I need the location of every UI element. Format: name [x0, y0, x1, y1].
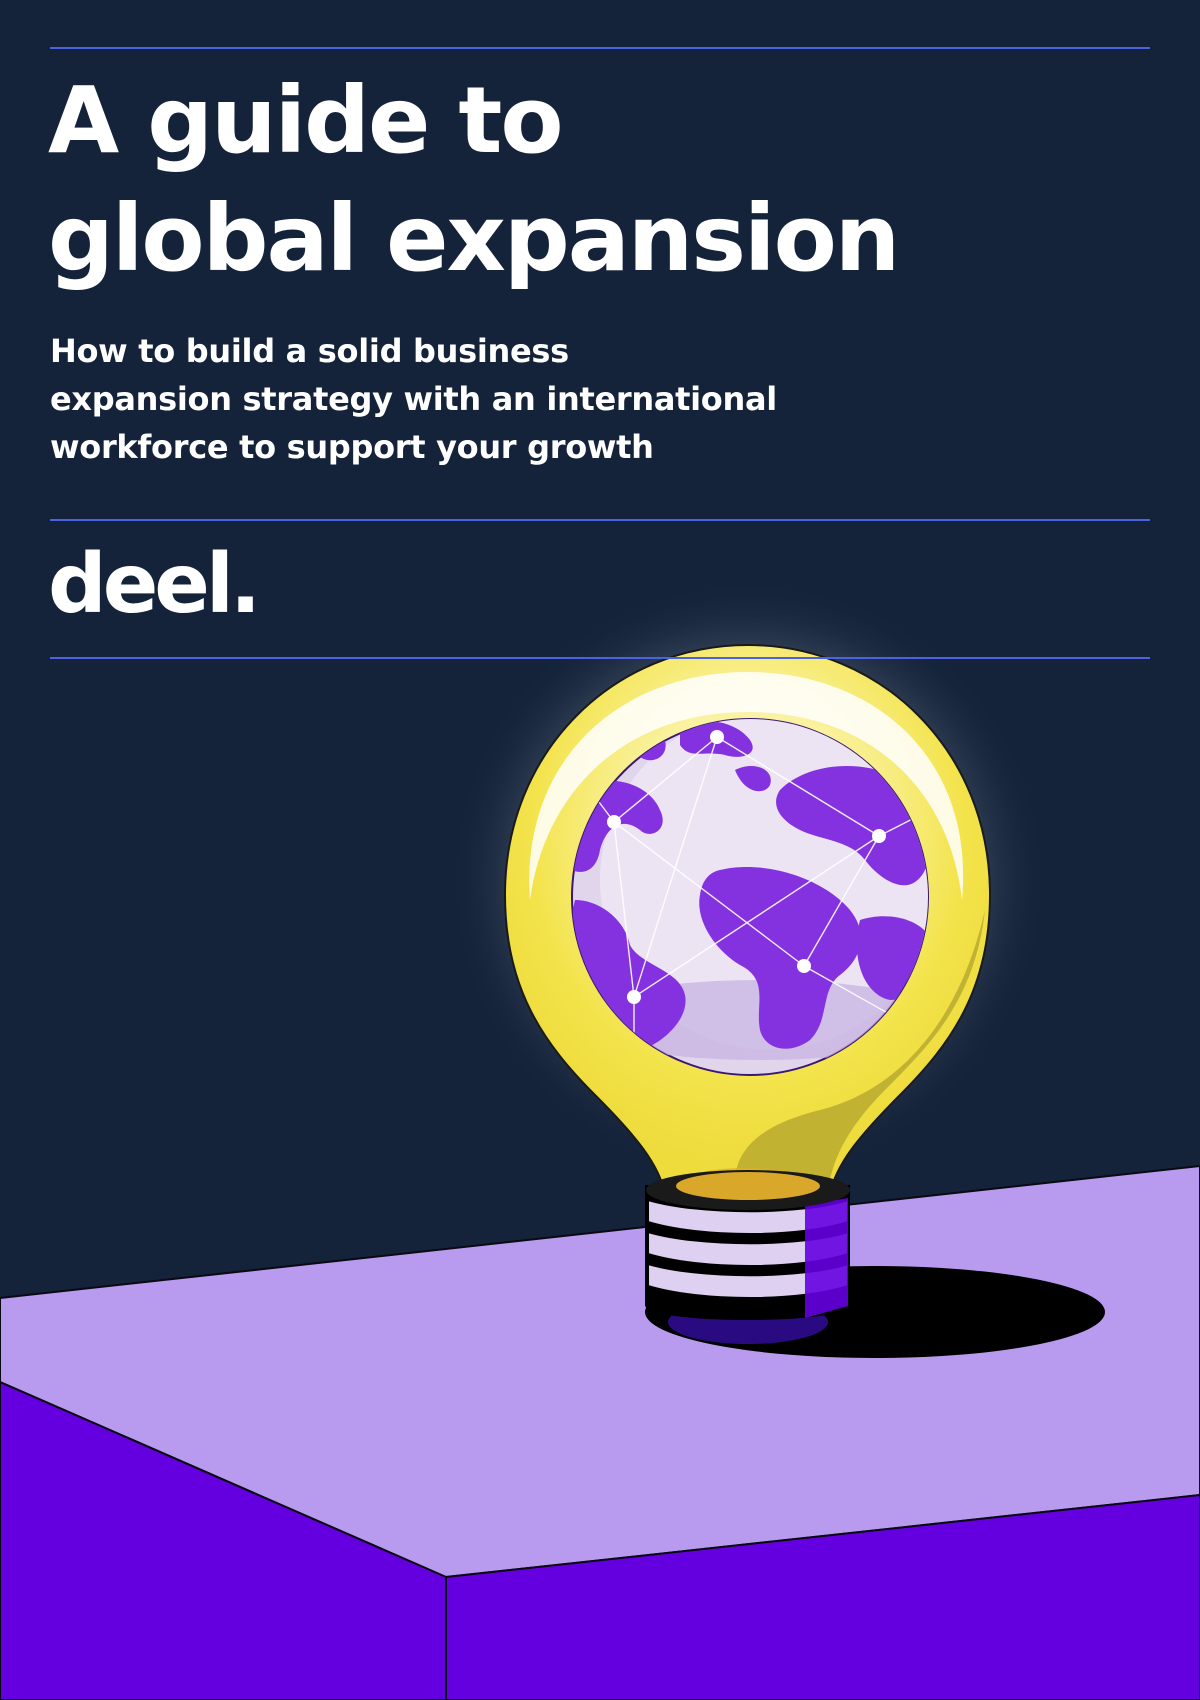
deel-logo: deel.: [48, 537, 261, 632]
subtitle-line-3: workforce to support your growth: [50, 428, 654, 466]
top-divider: [50, 47, 1150, 49]
title-line-2: global expansion: [48, 185, 900, 292]
table-platform: [0, 1164, 1200, 1700]
subtitle-line-1: How to build a solid business: [50, 332, 569, 370]
middle-divider: [50, 519, 1150, 521]
subtitle-line-2: expansion strategy with an international: [50, 380, 777, 418]
page-title: A guide to global expansion: [48, 62, 900, 298]
subtitle: How to build a solid business expansion …: [50, 327, 777, 471]
bottom-divider: [50, 657, 1150, 659]
title-line-1: A guide to: [48, 67, 564, 174]
bulb-base: [645, 1170, 850, 1344]
